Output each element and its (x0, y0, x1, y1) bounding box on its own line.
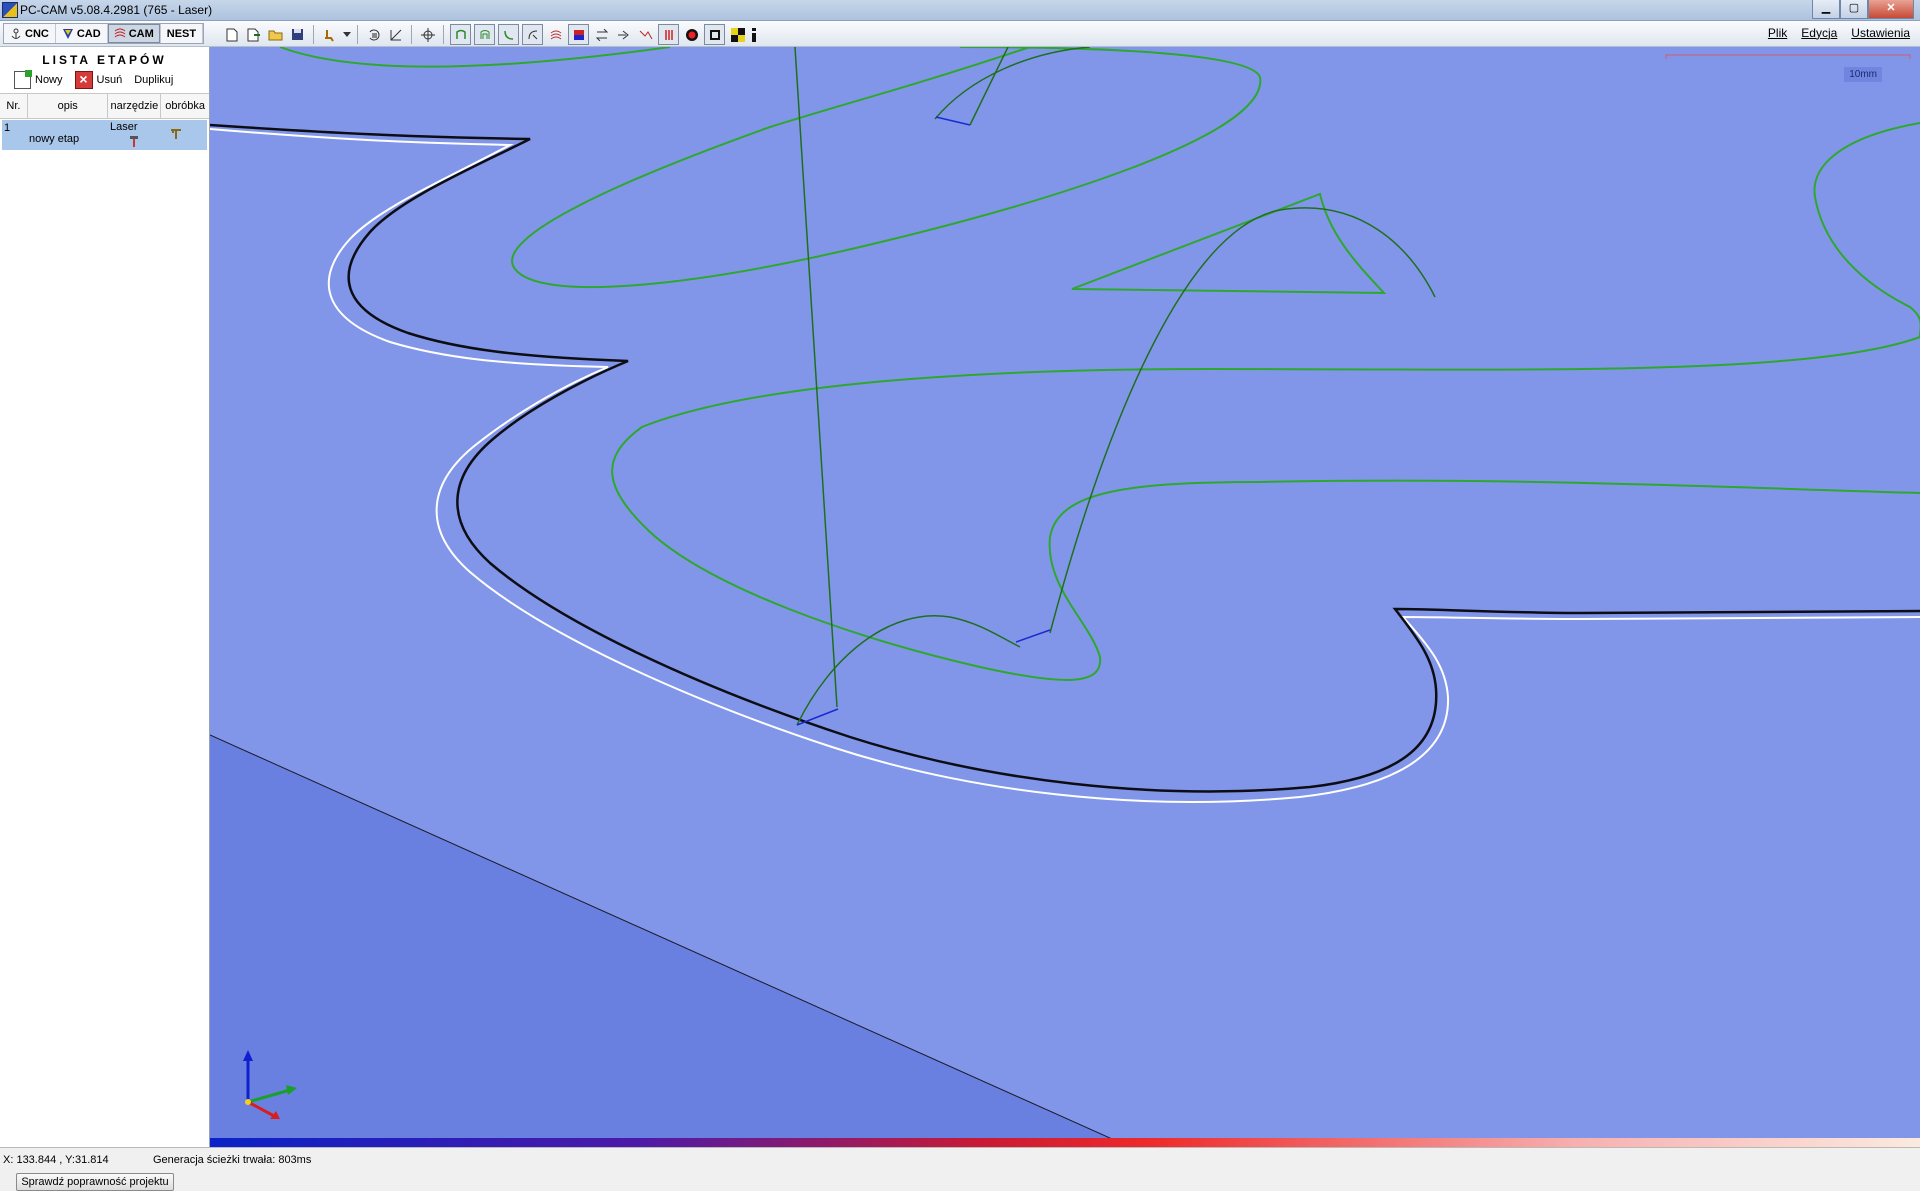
depth-gradient-bar (210, 1138, 1920, 1147)
rapid-move-arc-small (796, 615, 1021, 726)
path-order-icon[interactable] (636, 25, 655, 44)
duplicate-stage-button[interactable]: Duplikuj (134, 74, 173, 86)
path-mode-4-icon[interactable] (522, 24, 543, 45)
info-icon[interactable] (750, 25, 758, 44)
mode-cam-button[interactable]: CAM (107, 24, 161, 43)
menu-plik[interactable]: Plik (1768, 26, 1787, 40)
column-narzedzie[interactable]: narzędzie (108, 94, 162, 118)
crosshair-icon[interactable] (418, 25, 437, 44)
status-message: Generacja ścieżki trwała: 803ms (153, 1154, 312, 1166)
machining-icon (170, 128, 182, 140)
shield-icon (62, 28, 74, 40)
save-icon[interactable] (288, 25, 307, 44)
maximize-button[interactable]: ▢ (1840, 0, 1868, 19)
menu-ustawienia[interactable]: Ustawienia (1851, 26, 1910, 40)
close-button[interactable]: ✕ (1868, 0, 1914, 19)
minimize-button[interactable]: ▁ (1812, 0, 1840, 19)
menu-bar: Plik Edycja Ustawienia (1768, 26, 1910, 40)
app-icon (2, 2, 18, 18)
new-file-icon[interactable] (222, 25, 241, 44)
toolpath-ellipse (511, 47, 1262, 289)
import-file-icon[interactable] (244, 25, 263, 44)
tool-buttons (222, 24, 758, 45)
move-path-icon[interactable] (614, 25, 633, 44)
path-mode-3-icon[interactable] (498, 24, 519, 45)
table-row[interactable]: 1 nowy etap Laser (2, 120, 207, 150)
status-bar: X: 133.844 , Y:31.814 Generacja ścieżki … (0, 1147, 1920, 1171)
stages-actions: Nowy × Usuń Duplikuj (0, 67, 209, 89)
lead-in-marker-1 (796, 708, 839, 726)
stages-table-header: Nr. opis narzędzie obróbka (0, 93, 209, 119)
main-toolbar: CNC CAD CAM NEST Plik Edycja Ustawienia (0, 21, 1920, 47)
mode-cad-button[interactable]: CAD (56, 24, 108, 43)
rapid-move-line-top (969, 47, 1009, 126)
toolpath-loop (611, 122, 1920, 681)
offset-contour (210, 128, 1920, 803)
rapid-move-arc-top (934, 47, 1091, 120)
mode-nest-button[interactable]: NEST (161, 24, 204, 43)
toolpath-triangle (1071, 192, 1387, 295)
wave-icon[interactable] (546, 25, 565, 44)
color-map-icon[interactable] (568, 24, 589, 45)
lead-in-marker-2 (1015, 629, 1051, 643)
path-mode-1-icon[interactable] (450, 24, 471, 45)
scale-label: 10mm (1844, 67, 1882, 82)
scale-bar (1665, 54, 1911, 59)
column-opis[interactable]: opis (28, 94, 109, 118)
rapid-move-vertical (794, 47, 838, 708)
title-bar: PC-CAM v5.08.4.2981 (765 - Laser) ▁ ▢ ✕ (0, 0, 1920, 21)
delete-x-icon: × (74, 71, 93, 89)
mode-switcher: CNC CAD CAM NEST (3, 23, 205, 44)
row-narzedzie: Laser (110, 121, 138, 133)
column-obrobka[interactable]: obróbka (161, 94, 209, 118)
new-document-icon (14, 70, 32, 89)
dropdown-arrow-icon[interactable] (342, 25, 351, 44)
column-nr[interactable]: Nr. (0, 94, 28, 118)
open-folder-icon[interactable] (266, 25, 285, 44)
rapid-move-arc-large (1049, 207, 1436, 634)
check-project-button[interactable]: Sprawdź poprawność projektu (16, 1173, 174, 1191)
checker-icon[interactable] (728, 25, 747, 44)
mode-cnc-button[interactable]: CNC (4, 24, 56, 43)
menu-edycja[interactable]: Edycja (1801, 26, 1837, 40)
part-contour (210, 123, 1920, 793)
record-icon[interactable] (682, 25, 701, 44)
path-mode-2-icon[interactable] (474, 24, 495, 45)
new-stage-button[interactable]: Nowy (14, 70, 63, 89)
cam-viewport[interactable]: 10mm (210, 47, 1920, 1147)
row-opis: nowy etap (29, 133, 80, 145)
lead-in-marker-3 (935, 116, 971, 126)
laser-tool-icon (130, 136, 138, 147)
rotate-icon[interactable] (364, 25, 383, 44)
tool-select-icon[interactable] (320, 25, 339, 44)
row-nr: 1 (4, 122, 11, 134)
swap-arrows-icon[interactable] (592, 25, 611, 44)
anchor-icon (10, 28, 22, 40)
stages-panel-title: LISTA ETAPÓW (42, 53, 167, 67)
toolpath-icon (114, 28, 126, 40)
stages-panel: LISTA ETAPÓW Nowy × Usuń Duplikuj Nr. op… (0, 47, 210, 1191)
toolpath-canvas (210, 47, 1920, 1147)
cursor-coordinates: X: 133.844 , Y:31.814 (3, 1154, 109, 1166)
window-title: PC-CAM v5.08.4.2981 (765 - Laser) (20, 3, 213, 17)
frame-icon[interactable] (704, 24, 725, 45)
delete-stage-button[interactable]: × Usuń (74, 71, 122, 89)
pause-bars-icon[interactable] (658, 24, 679, 45)
measure-icon[interactable] (386, 25, 405, 44)
toolpath-top (279, 47, 671, 68)
